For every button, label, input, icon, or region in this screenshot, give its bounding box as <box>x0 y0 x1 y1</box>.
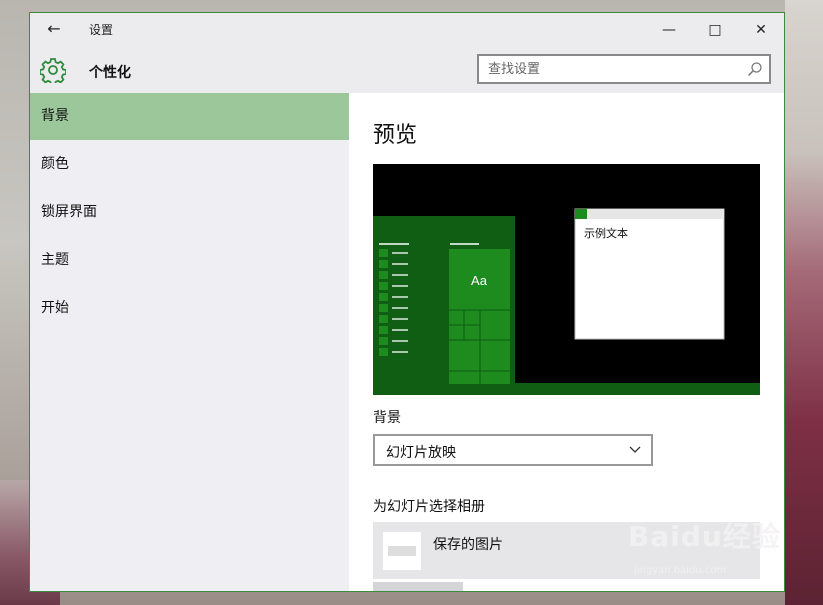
sidebar-item-colors[interactable]: 颜色 <box>30 141 349 188</box>
minimize-icon[interactable]: — <box>646 13 692 47</box>
window-title: 设置 <box>89 23 114 37</box>
watermark-url: jingyan.baidu.com <box>634 565 727 576</box>
preview-heading: 预览 <box>373 123 418 148</box>
desktop-background-right <box>785 0 823 605</box>
watermark-brand: Baidu经验 <box>628 520 781 553</box>
preview-image: Aa 示例文本 <box>373 164 760 395</box>
search-input[interactable] <box>479 56 738 82</box>
settings-window: ← 设置 — □ ✕ 个性化 背景 颜色 锁屏界面 主题 开始 预览 <box>29 12 785 592</box>
preview-taskbar <box>373 383 760 395</box>
gear-icon <box>40 58 66 83</box>
search-icon[interactable] <box>747 61 763 77</box>
sidebar-item-lock-screen[interactable]: 锁屏界面 <box>30 189 349 236</box>
page-title: 个性化 <box>89 65 131 81</box>
album-name: 保存的图片 <box>433 537 503 553</box>
title-bar: ← 设置 — □ ✕ <box>30 13 784 47</box>
back-arrow-icon[interactable]: ← <box>44 19 64 39</box>
close-icon[interactable]: ✕ <box>738 13 784 47</box>
browse-button-partial[interactable] <box>373 582 463 591</box>
sidebar-item-background[interactable]: 背景 <box>30 93 349 140</box>
page-header: 个性化 <box>30 47 784 93</box>
maximize-icon[interactable]: □ <box>692 13 738 47</box>
preview-sample-text: 示例文本 <box>584 226 628 240</box>
background-label: 背景 <box>373 410 401 426</box>
chevron-down-icon <box>629 446 641 453</box>
preview-tile-text: Aa <box>471 273 488 288</box>
background-select-value: 幻灯片放映 <box>386 445 456 461</box>
sidebar-item-themes[interactable]: 主题 <box>30 237 349 284</box>
album-thumbnail <box>383 532 421 570</box>
search-box <box>477 54 771 84</box>
watermark: Baidu经验 jingyan.baidu.com <box>628 515 781 576</box>
album-label: 为幻灯片选择相册 <box>373 499 485 515</box>
background-select[interactable]: 幻灯片放映 <box>373 434 653 466</box>
sidebar: 背景 颜色 锁屏界面 主题 开始 <box>30 93 349 591</box>
sidebar-item-start[interactable]: 开始 <box>30 285 349 332</box>
